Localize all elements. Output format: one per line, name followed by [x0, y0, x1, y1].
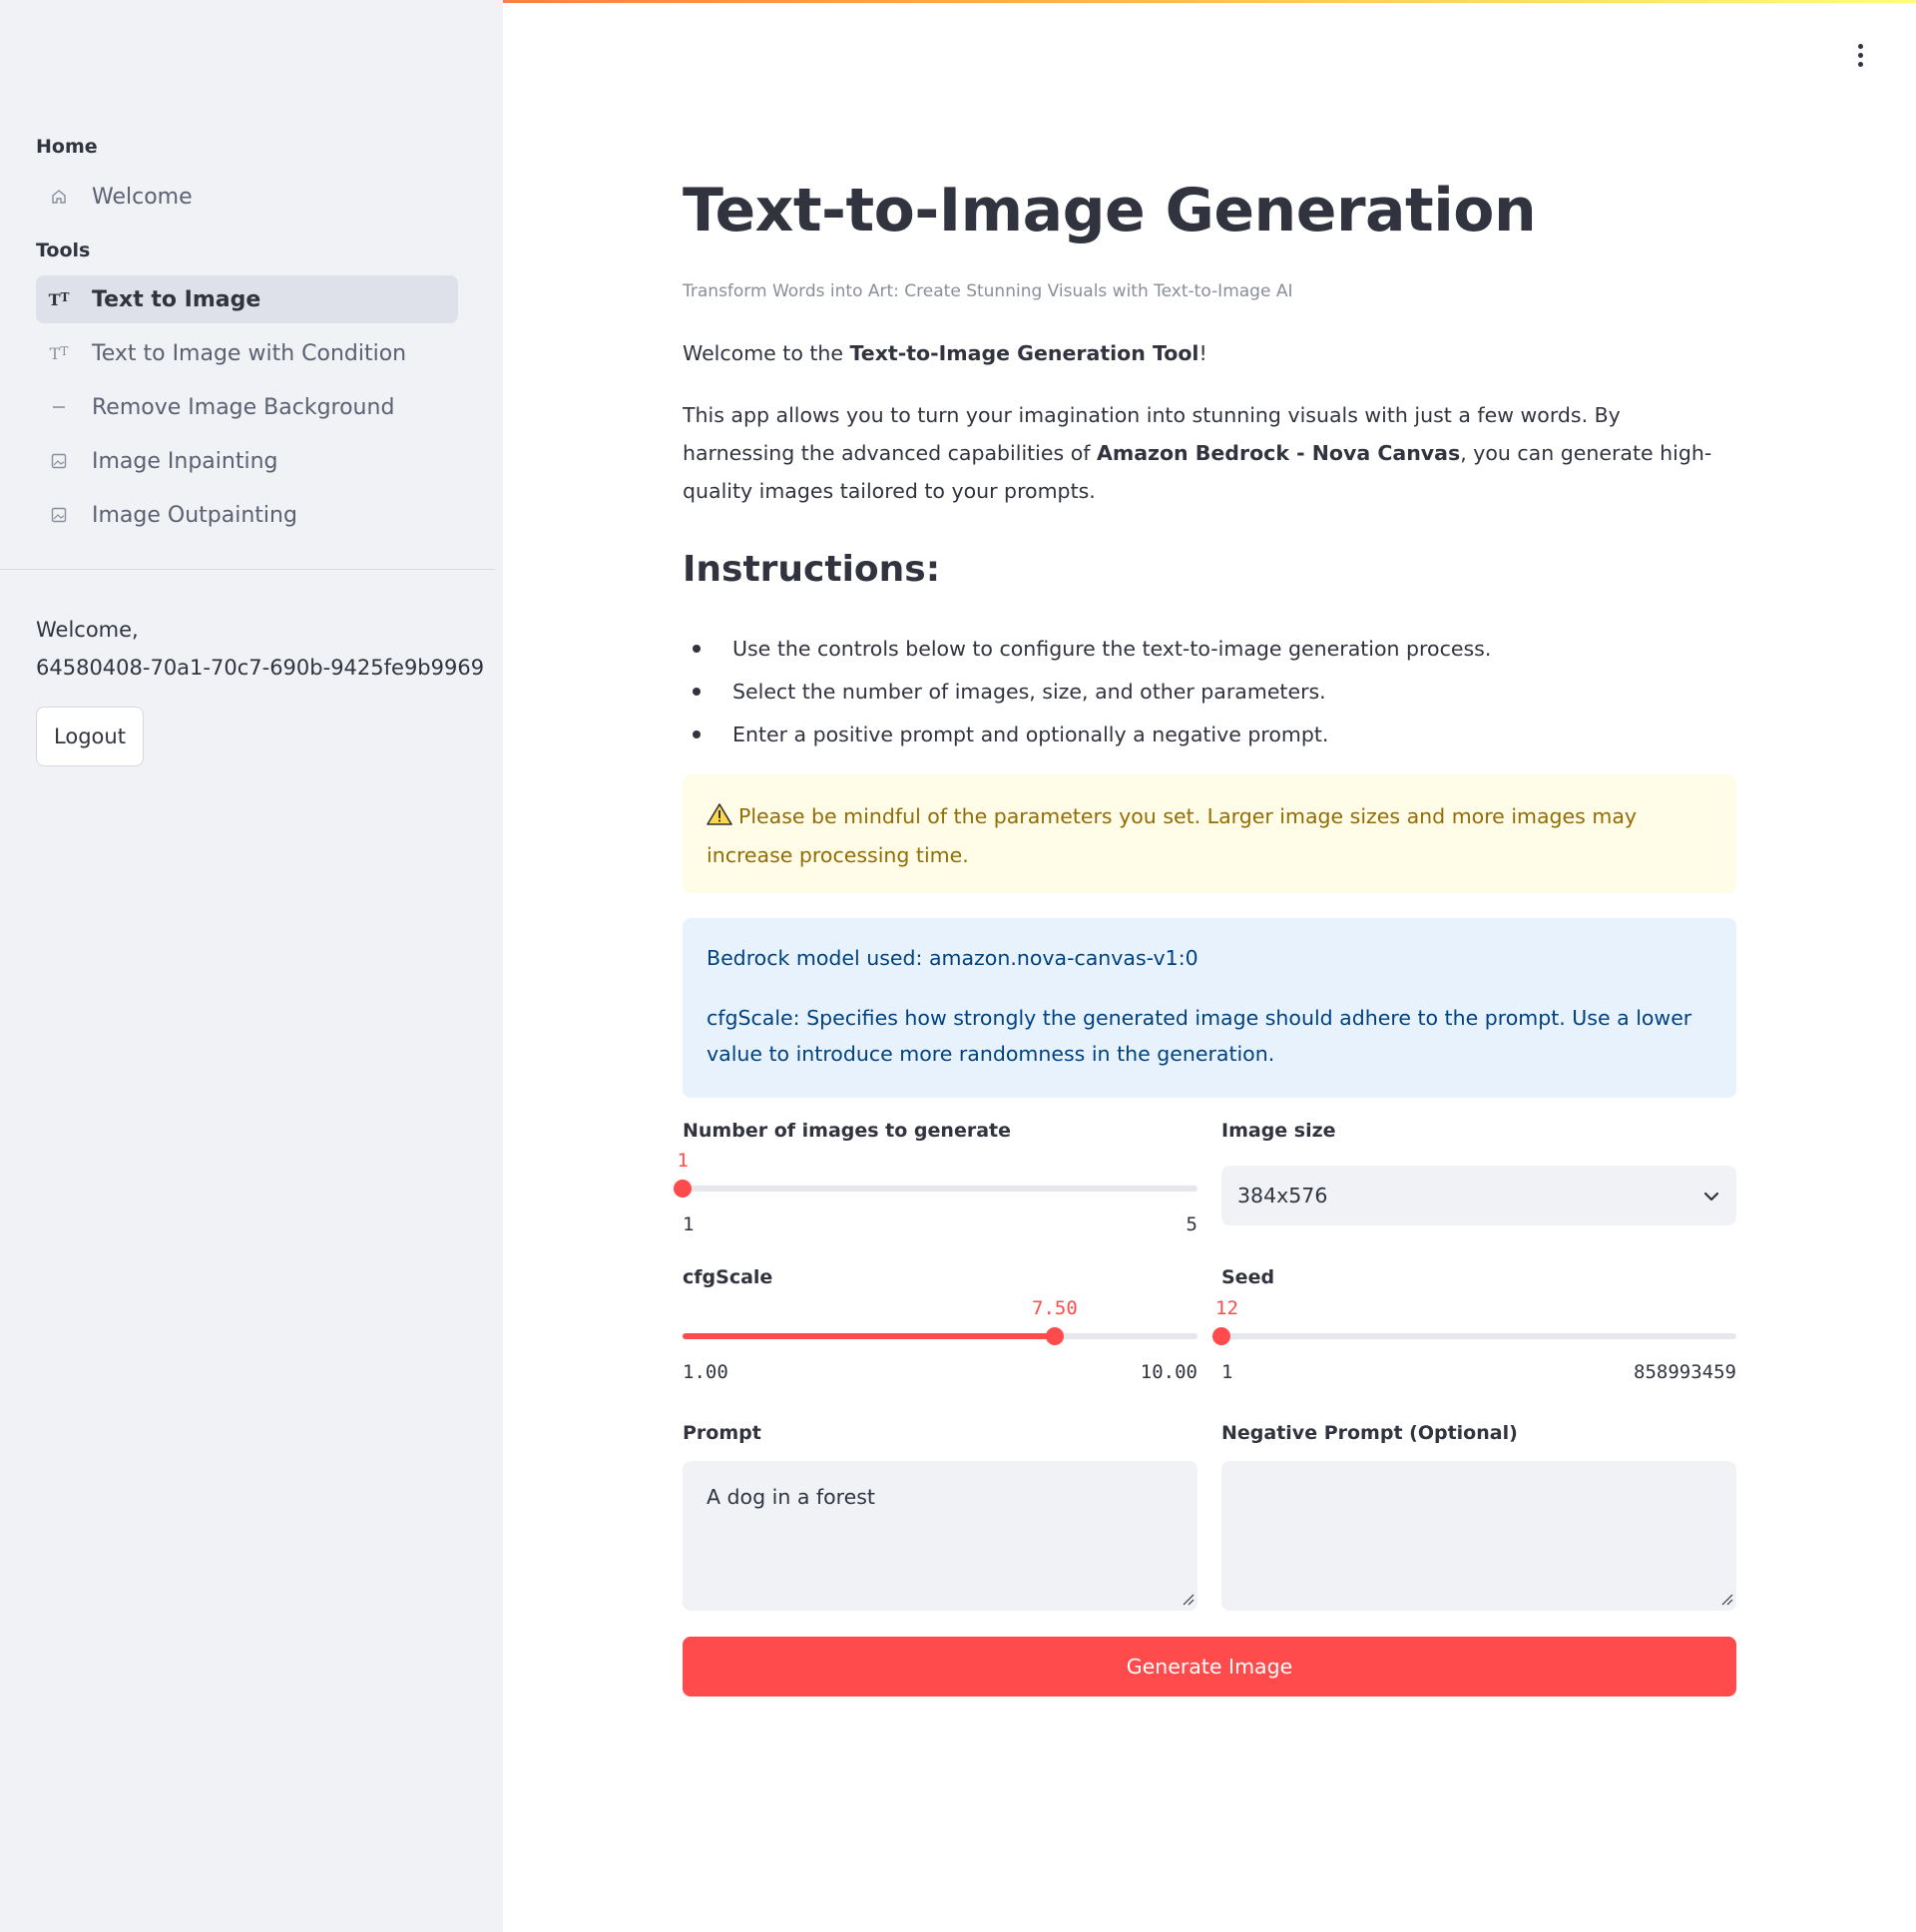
- cfg-scale-label: cfgScale: [683, 1266, 773, 1288]
- sidebar-item-text-to-image-condition[interactable]: TT Text to Image with Condition: [36, 329, 458, 377]
- instructions-list: Use the controls below to configure the …: [683, 627, 1736, 755]
- list-item: Select the number of images, size, and o…: [683, 670, 1736, 713]
- more-vertical-icon-dot: [1857, 61, 1863, 67]
- more-vertical-icon-dot: [1857, 52, 1863, 58]
- slider-thumb[interactable]: [1046, 1327, 1064, 1345]
- list-item: Enter a positive prompt and optionally a…: [683, 713, 1736, 755]
- resize-handle-icon[interactable]: [1720, 1593, 1734, 1607]
- sidebar-item-inpainting[interactable]: Image Inpainting: [36, 437, 458, 485]
- prompt-label: Prompt: [683, 1422, 761, 1444]
- sidebar-item-welcome[interactable]: Welcome: [36, 173, 458, 221]
- sidebar-item-label: Text to Image: [92, 286, 261, 312]
- list-item: Use the controls below to configure the …: [683, 627, 1736, 670]
- more-vertical-icon: [1857, 43, 1863, 49]
- slider-value: 7.50: [1032, 1297, 1078, 1319]
- welcome-user: Welcome, 64580408-70a1-70c7-690b-9425fe9…: [36, 611, 484, 687]
- chevron-down-icon: [1702, 1184, 1720, 1208]
- instructions-heading: Instructions:: [683, 549, 941, 590]
- user-id: 64580408-70a1-70c7-690b-9425fe9b9969: [36, 656, 485, 680]
- negative-prompt-textarea[interactable]: [1221, 1461, 1736, 1611]
- sidebar-item-remove-background[interactable]: Remove Image Background: [36, 383, 458, 431]
- image-size-value: 384x576: [1237, 1184, 1328, 1208]
- image-size-label: Image size: [1221, 1120, 1336, 1142]
- welcome-suffix: !: [1198, 341, 1207, 365]
- slider-thumb[interactable]: [1212, 1327, 1230, 1345]
- slider-track: [683, 1186, 1198, 1192]
- info-model: Bedrock model used: amazon.nova-canvas-v…: [707, 946, 1198, 970]
- nav-section-tools: Tools: [36, 240, 91, 261]
- page-caption: Transform Words into Art: Create Stunnin…: [683, 281, 1293, 301]
- slider-track: [1221, 1333, 1736, 1339]
- slider-min: 1: [683, 1213, 695, 1235]
- generate-image-button[interactable]: Generate Image: [683, 1637, 1736, 1696]
- warning-alert: Please be mindful of the parameters you …: [683, 774, 1736, 893]
- slider-max: 5: [1186, 1213, 1198, 1235]
- resize-handle-icon[interactable]: [1182, 1593, 1196, 1607]
- slider-value: 12: [1215, 1297, 1238, 1319]
- seed-label: Seed: [1221, 1266, 1275, 1288]
- sidebar-item-label: Image Inpainting: [92, 448, 278, 474]
- sidebar-item-label: Text to Image with Condition: [92, 340, 407, 366]
- sidebar-divider: [0, 569, 495, 570]
- slider-max: 10.00: [1140, 1361, 1198, 1383]
- sidebar-item-text-to-image[interactable]: TT Text to Image: [36, 275, 458, 323]
- sidebar-item-label: Welcome: [92, 184, 193, 210]
- slider-value: 1: [677, 1150, 689, 1172]
- welcome-prefix: Welcome to the: [683, 341, 850, 365]
- info-cfg: cfgScale: Specifies how strongly the gen…: [707, 1006, 1692, 1066]
- num-images-slider[interactable]: 1 1 5: [674, 1150, 1198, 1235]
- seed-slider[interactable]: 12 1 858993459: [1212, 1297, 1736, 1383]
- text-size-icon: TT: [48, 289, 70, 309]
- image-icon: [48, 507, 70, 523]
- welcome-paragraph: Welcome to the Text-to-Image Generation …: [683, 334, 1736, 372]
- logout-button[interactable]: Logout: [36, 707, 144, 766]
- prompt-textarea[interactable]: A dog in a forest: [683, 1461, 1198, 1611]
- sidebar-item-outpainting[interactable]: Image Outpainting: [36, 491, 458, 539]
- info-alert: Bedrock model used: amazon.nova-canvas-v…: [683, 918, 1736, 1098]
- welcome-label: Welcome,: [36, 618, 139, 642]
- image-size-select[interactable]: 384x576: [1221, 1166, 1736, 1225]
- negative-prompt-label: Negative Prompt (Optional): [1221, 1422, 1518, 1444]
- cfg-scale-slider[interactable]: 7.50 1.00 10.00: [683, 1297, 1198, 1383]
- warning-text: Please be mindful of the parameters you …: [707, 804, 1638, 867]
- home-icon: [48, 189, 70, 205]
- slider-min: 1.00: [683, 1361, 728, 1383]
- page-title: Text-to-Image Generation: [683, 176, 1537, 245]
- slider-thumb[interactable]: [674, 1180, 692, 1198]
- image-icon: [48, 453, 70, 469]
- warning-icon: [707, 801, 732, 837]
- intro-paragraph: This app allows you to turn your imagina…: [683, 396, 1736, 510]
- main-menu-button[interactable]: [1848, 40, 1872, 70]
- minus-icon: [48, 400, 70, 414]
- num-images-label: Number of images to generate: [683, 1120, 1011, 1142]
- slider-fill: [683, 1333, 1055, 1339]
- welcome-bold: Text-to-Image Generation Tool: [849, 341, 1199, 365]
- sidebar: Home Welcome Tools TT Text to Image TT T…: [0, 0, 503, 1932]
- slider-min: 1: [1221, 1361, 1233, 1383]
- sidebar-item-label: Remove Image Background: [92, 394, 395, 420]
- intro-bold: Amazon Bedrock - Nova Canvas: [1096, 441, 1461, 465]
- text-size-icon: TT: [49, 343, 69, 363]
- sidebar-item-label: Image Outpainting: [92, 502, 297, 528]
- slider-max: 858993459: [1634, 1361, 1736, 1383]
- nav-section-home: Home: [36, 136, 98, 158]
